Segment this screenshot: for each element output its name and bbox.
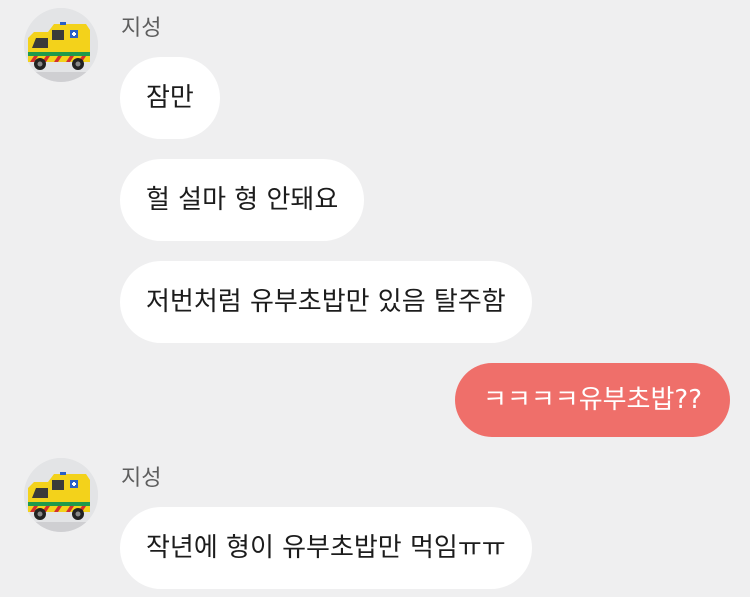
message-bubble[interactable]: 헐 설마 형 안돼요: [120, 159, 365, 241]
sender-name: 지성: [121, 16, 162, 41]
ambulance-icon: [24, 8, 98, 82]
my-message-bubble[interactable]: ㅋㅋㅋㅋ유부초밥??: [455, 363, 730, 437]
sender-name: 지성: [121, 466, 162, 491]
message-text: 헐 설마 형 안돼요: [146, 185, 339, 215]
ambulance-icon: [24, 458, 98, 532]
message-bubble[interactable]: 잠만: [120, 57, 220, 139]
sender-avatar[interactable]: [24, 458, 98, 532]
message-text: 저번처럼 유부초밥만 있음 탈주함: [146, 287, 506, 317]
message-text: ㅋㅋㅋㅋ유부초밥??: [483, 385, 702, 415]
message-text: 잠만: [146, 83, 194, 113]
message-text: 작년에 형이 유부초밥만 먹임ㅠㅠ: [146, 533, 506, 563]
message-bubble[interactable]: 저번처럼 유부초밥만 있음 탈주함: [120, 261, 532, 343]
sender-avatar[interactable]: [24, 8, 98, 82]
message-bubble[interactable]: 작년에 형이 유부초밥만 먹임ㅠㅠ: [120, 507, 532, 589]
